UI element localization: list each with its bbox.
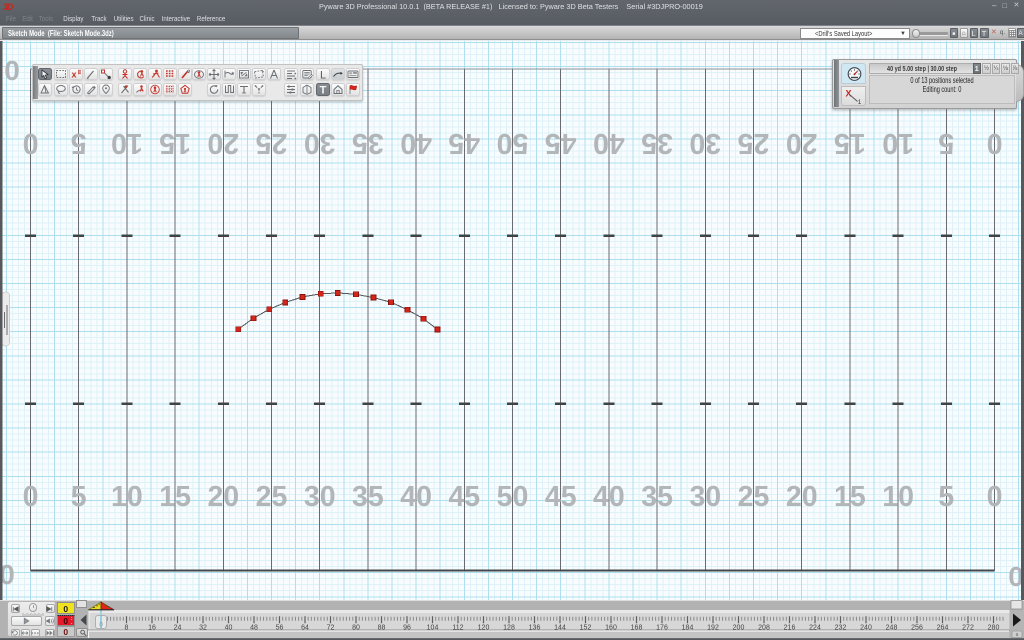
svg-text:0: 0 <box>23 127 39 159</box>
svg-text:5: 5 <box>71 481 87 513</box>
svg-text:50: 50 <box>497 481 529 513</box>
svg-text:5: 5 <box>71 127 87 159</box>
svg-text:0: 0 <box>4 55 20 86</box>
svg-text:T: T <box>319 85 326 95</box>
svg-text:35: 35 <box>641 127 673 159</box>
svg-text:10: 10 <box>882 481 914 513</box>
svg-text:45: 45 <box>545 127 577 159</box>
svg-text:10: 10 <box>882 127 914 159</box>
svg-text:25: 25 <box>738 481 770 513</box>
svg-text:x: x <box>71 69 76 79</box>
svg-text:20: 20 <box>207 481 239 513</box>
svg-text:35: 35 <box>352 127 384 159</box>
svg-text:25: 25 <box>738 127 770 159</box>
svg-text:30: 30 <box>689 127 721 159</box>
svg-text:25: 25 <box>256 481 288 513</box>
svg-text:L: L <box>320 69 326 79</box>
svg-text:20: 20 <box>207 127 239 159</box>
svg-text:1: 1 <box>858 100 862 105</box>
svg-text:35: 35 <box>352 481 384 513</box>
svg-text:45: 45 <box>545 481 577 513</box>
svg-text:0: 0 <box>987 481 1003 513</box>
svg-text:10: 10 <box>111 127 143 159</box>
svg-text:40: 40 <box>400 481 432 513</box>
svg-text:45: 45 <box>448 127 480 159</box>
svg-text:40: 40 <box>593 127 625 159</box>
svg-text:30: 30 <box>304 127 336 159</box>
svg-text:15: 15 <box>834 481 866 513</box>
svg-text:50: 50 <box>497 127 529 159</box>
svg-text:40: 40 <box>400 127 432 159</box>
svg-text:20: 20 <box>786 481 818 513</box>
svg-text:0: 0 <box>23 481 39 513</box>
svg-text:45: 45 <box>448 481 480 513</box>
svg-text:a: a <box>1016 632 1019 638</box>
svg-text:5: 5 <box>938 127 954 159</box>
svg-text:40: 40 <box>593 481 625 513</box>
svg-text:15: 15 <box>834 127 866 159</box>
svg-text:15: 15 <box>159 127 191 159</box>
svg-text:25: 25 <box>256 127 288 159</box>
svg-text:30: 30 <box>689 481 721 513</box>
svg-text:20: 20 <box>786 127 818 159</box>
svg-text:15: 15 <box>159 481 191 513</box>
svg-text:35: 35 <box>641 481 673 513</box>
svg-text:30: 30 <box>304 481 336 513</box>
svg-text:5: 5 <box>938 481 954 513</box>
svg-text:10: 10 <box>111 481 143 513</box>
svg-text:0: 0 <box>987 127 1003 159</box>
svg-text:X: X <box>845 89 851 99</box>
